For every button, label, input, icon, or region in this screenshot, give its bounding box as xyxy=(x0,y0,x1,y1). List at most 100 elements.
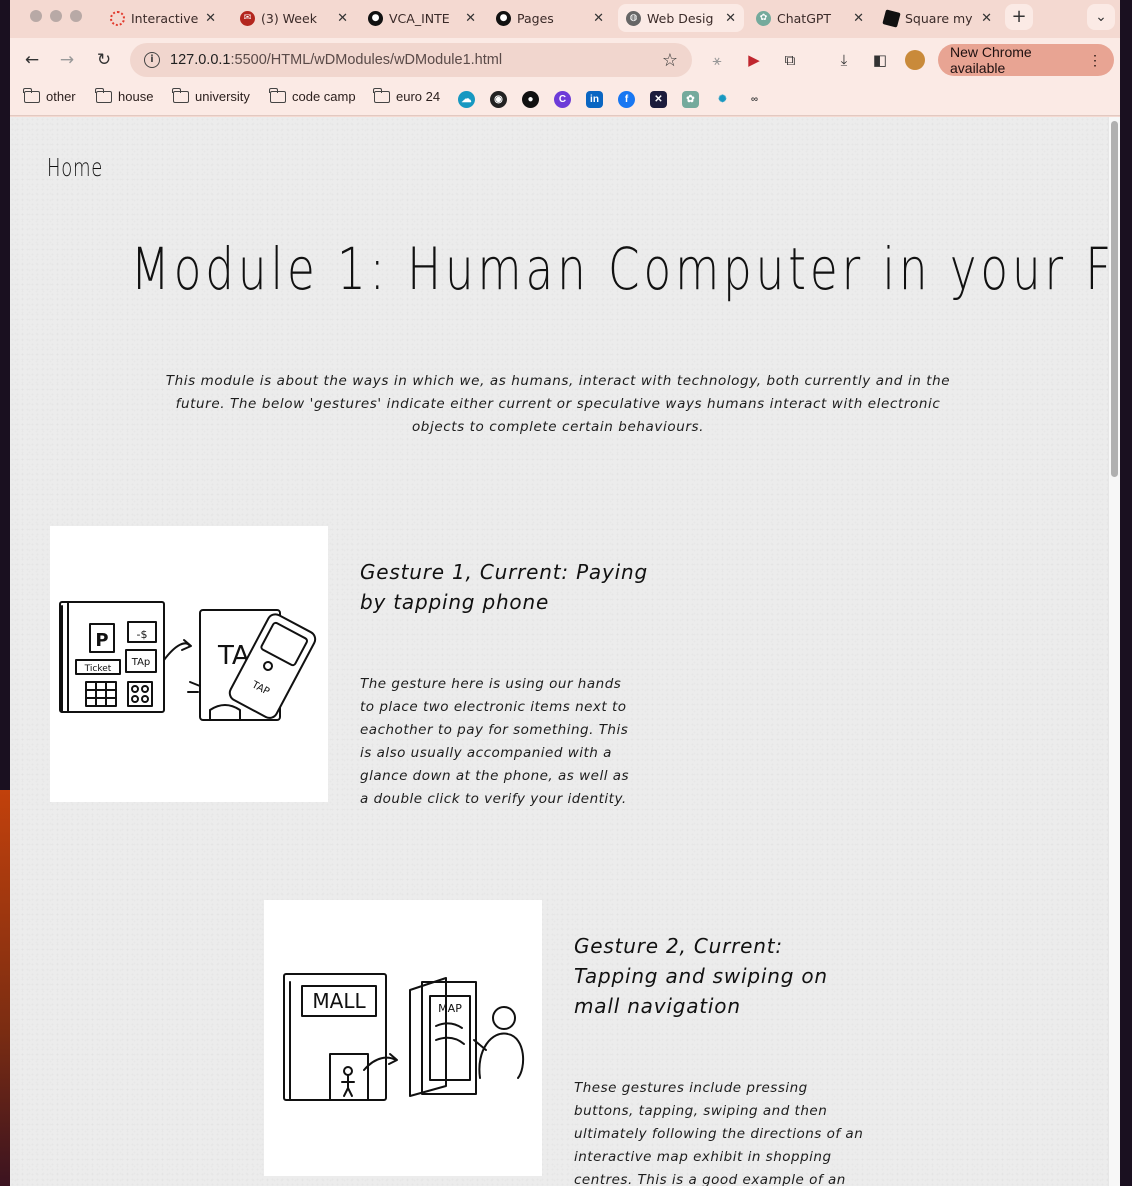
intro-paragraph: This module is about the ways in which w… xyxy=(165,373,951,435)
gesture-2-description: These gestures include pressing buttons,… xyxy=(574,1080,864,1186)
page-scrollbar[interactable] xyxy=(1108,117,1120,1186)
tab-title: Web Desig xyxy=(647,10,714,26)
folder-icon xyxy=(269,87,286,103)
tab-web-design[interactable]: ◍ Web Desig ✕ xyxy=(618,4,744,32)
tab-week[interactable]: ✉ (3) Week ✕ xyxy=(232,4,356,32)
folder-icon xyxy=(95,87,112,103)
tab-chatgpt[interactable]: ✿ ChatGPT ✕ xyxy=(748,4,872,32)
spinner-icon xyxy=(110,10,125,26)
viewer-body xyxy=(478,1032,525,1079)
address-bar[interactable]: i 127.0.0.1:5500/HTML/wDModules/wDModule… xyxy=(130,43,692,77)
viewer-head xyxy=(492,1006,516,1030)
bookmark-folder-university[interactable]: university xyxy=(172,87,250,104)
price-label: -$ xyxy=(137,628,148,641)
tab-vca-inte[interactable]: ● VCA_INTE ✕ xyxy=(360,4,484,32)
url-text[interactable]: 127.0.0.1:5500/HTML/wDModules/wDModule1.… xyxy=(170,52,652,68)
home-link[interactable]: Home xyxy=(47,153,103,182)
xero-icon[interactable]: ✕ xyxy=(650,91,667,108)
bookmark-folder-other[interactable]: other xyxy=(23,87,76,104)
gesture-1-sketch: P -$ Ticket TAp TA TAP xyxy=(50,526,328,802)
keypad-lines xyxy=(85,681,117,707)
close-icon[interactable]: ✕ xyxy=(465,11,476,26)
download-icon[interactable]: ⤓ xyxy=(834,50,854,70)
close-icon[interactable]: ✕ xyxy=(853,11,864,26)
tab-title: Pages xyxy=(517,10,554,26)
canva-icon[interactable]: C xyxy=(554,91,571,108)
side-panel-icon[interactable]: ◧ xyxy=(870,50,890,70)
close-icon[interactable]: ✕ xyxy=(725,11,736,26)
keypad-grid xyxy=(85,681,117,707)
site-info-icon[interactable]: i xyxy=(144,52,160,68)
youtube-extension-icon[interactable]: ▶ xyxy=(744,50,764,70)
gesture-2-title: Gesture 2, Current: Tapping and swiping … xyxy=(574,934,828,1018)
terminal-base xyxy=(209,704,241,721)
close-window-button[interactable] xyxy=(30,10,42,22)
browser-window: Interactive ✕ ✉ (3) Week ✕ ● VCA_INTE ✕ … xyxy=(10,0,1120,1186)
arrow-curve xyxy=(163,642,191,661)
toolbar: ← → ↻ i 127.0.0.1:5500/HTML/wDModules/wD… xyxy=(10,38,1120,82)
tab-interactive[interactable]: Interactive ✕ xyxy=(102,4,224,32)
tab-pages[interactable]: ● Pages ✕ xyxy=(488,4,612,32)
new-tab-button[interactable]: + xyxy=(1005,4,1033,30)
tab-title: Interactive xyxy=(131,10,199,26)
profile-avatar[interactable] xyxy=(905,50,925,70)
button-circle xyxy=(131,695,139,703)
facebook-icon[interactable]: f xyxy=(618,91,635,108)
button-circle xyxy=(141,695,149,703)
github-icon: ● xyxy=(368,10,383,26)
gesture-1-description: The gesture here is using our hands to p… xyxy=(360,676,630,807)
chatgpt-icon[interactable]: ✿ xyxy=(682,91,699,108)
person-head xyxy=(343,1066,353,1076)
reload-button[interactable]: ↻ xyxy=(92,48,116,72)
back-button[interactable]: ← xyxy=(20,48,44,72)
page-title: Module 1: Human Computer in your Face xyxy=(130,235,1108,303)
button-circle xyxy=(131,685,139,693)
extension-icon[interactable]: ⚹ xyxy=(707,50,727,70)
linkedin-icon[interactable]: in xyxy=(586,91,603,108)
gesture-1-title: Gesture 1, Current: Paying by tapping ph… xyxy=(360,560,648,614)
person-body xyxy=(341,1074,355,1097)
new-chrome-label: New Chrome available xyxy=(950,44,1032,76)
github-icon: ● xyxy=(496,10,511,26)
close-icon[interactable]: ✕ xyxy=(337,11,348,26)
new-chrome-button[interactable]: New Chrome available ⋮ xyxy=(938,44,1114,76)
globe-icon: ◍ xyxy=(626,10,641,26)
ticket-label: Ticket xyxy=(84,664,112,674)
sparkle-icon[interactable]: ✺ xyxy=(714,91,731,108)
mall-sign-label: MALL xyxy=(312,989,366,1013)
github-icon[interactable]: ● xyxy=(522,91,539,108)
close-icon[interactable]: ✕ xyxy=(593,11,604,26)
motion-lines xyxy=(187,681,201,693)
map-route-lines xyxy=(435,1022,465,1045)
bookmark-star-icon[interactable]: ☆ xyxy=(662,50,678,71)
parking-letter: P xyxy=(95,630,108,651)
bookmark-folder-house[interactable]: house xyxy=(95,87,153,104)
dota-icon[interactable]: ◉ xyxy=(490,91,507,108)
folder-icon xyxy=(23,87,40,103)
tab-strip: Interactive ✕ ✉ (3) Week ✕ ● VCA_INTE ✕ … xyxy=(10,0,1120,36)
map-label: MAP xyxy=(438,1002,462,1015)
bookmark-label: other xyxy=(46,89,76,104)
tab-search-button[interactable]: ⌄ xyxy=(1087,4,1115,30)
salesforce-icon[interactable]: ☁ xyxy=(458,91,475,108)
scrollbar-thumb[interactable] xyxy=(1111,121,1118,477)
minimize-window-button[interactable] xyxy=(50,10,62,22)
tab-title: (3) Week xyxy=(261,10,317,26)
bookmark-folder-code-camp[interactable]: code camp xyxy=(269,87,356,104)
close-icon[interactable]: ✕ xyxy=(981,11,992,26)
tab-title: VCA_INTE xyxy=(389,10,450,26)
zoom-window-button[interactable] xyxy=(70,10,82,22)
arrow-head xyxy=(181,639,192,651)
roblox-icon xyxy=(882,8,901,28)
extensions-puzzle-icon[interactable]: ⧉ xyxy=(780,50,800,70)
tab-square-my[interactable]: Square my ✕ xyxy=(876,4,1000,32)
link-icon[interactable]: ∞ xyxy=(746,91,763,108)
close-icon[interactable]: ✕ xyxy=(205,11,216,26)
bookmark-folder-euro-24[interactable]: euro 24 xyxy=(373,87,440,104)
forward-button[interactable]: → xyxy=(55,48,79,72)
bookmark-label: code camp xyxy=(292,89,356,104)
more-menu-icon[interactable]: ⋮ xyxy=(1088,52,1102,69)
machine-edge-line xyxy=(61,601,69,713)
tab-title: Square my xyxy=(905,10,973,26)
button-circle xyxy=(141,685,149,693)
